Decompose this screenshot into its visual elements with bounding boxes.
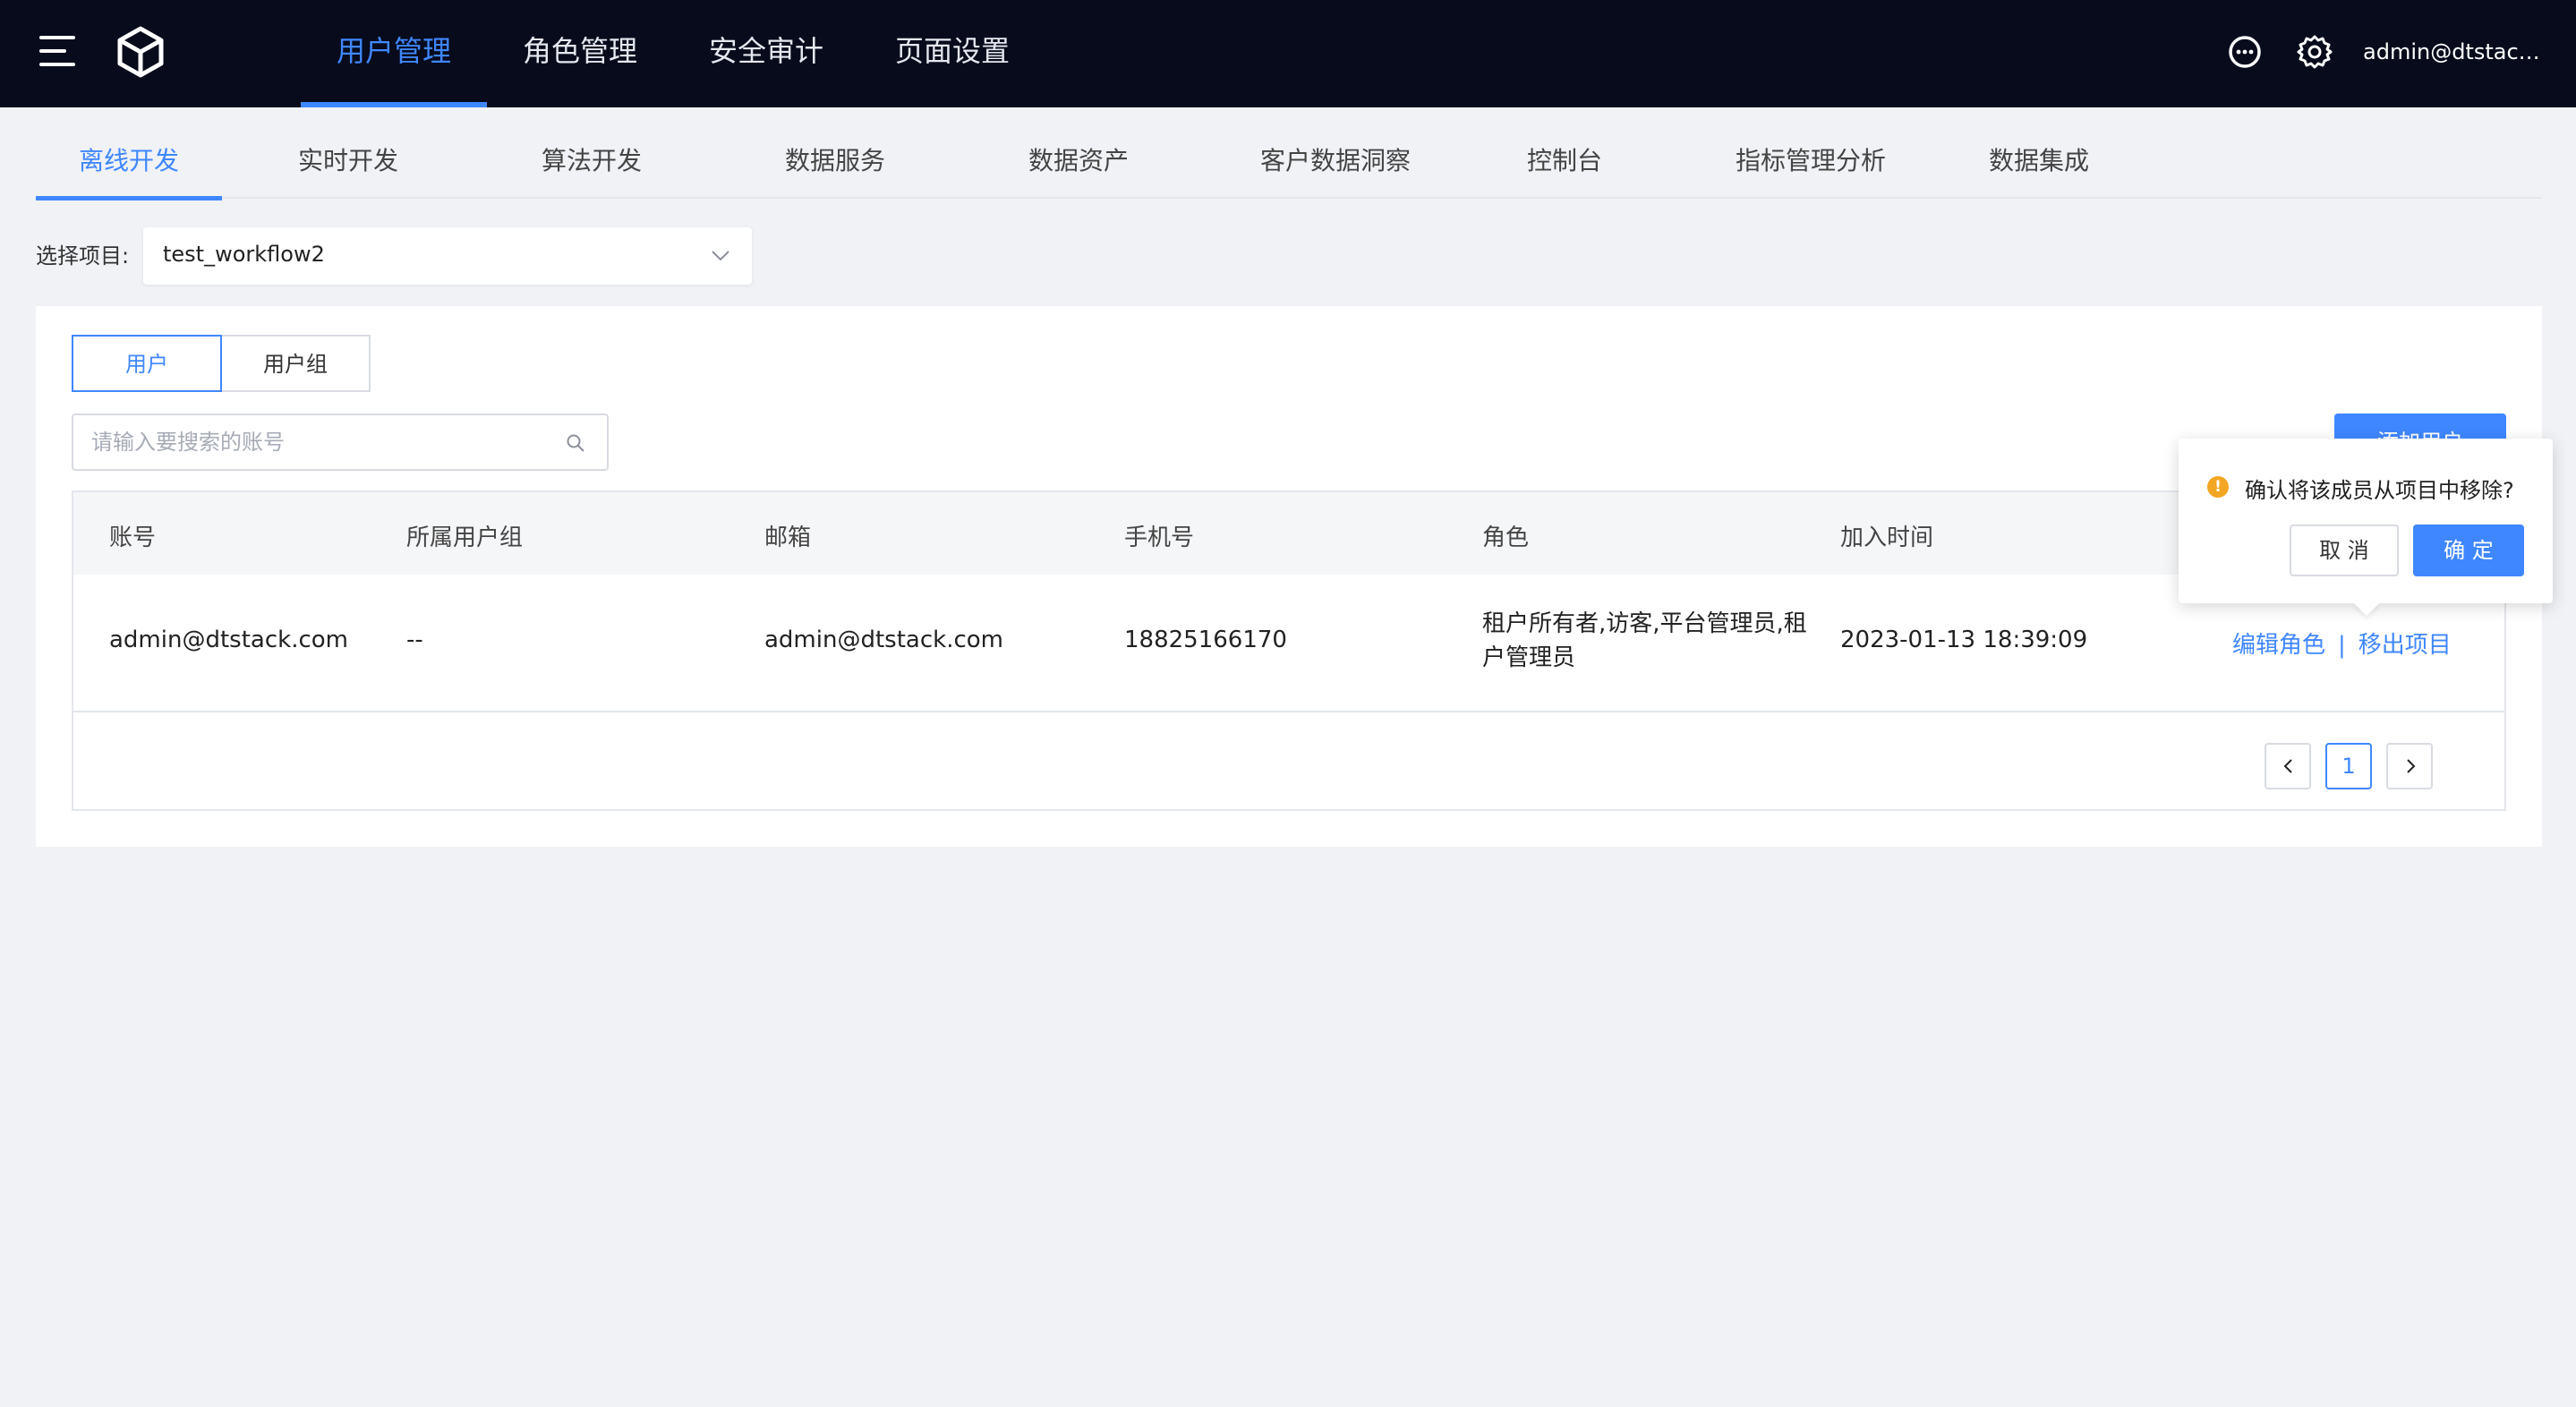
topnav-user-management[interactable]: 用户管理 — [301, 0, 488, 107]
topnav-page-settings[interactable]: 页面设置 — [859, 0, 1045, 107]
chevron-down-icon — [712, 251, 729, 261]
top-nav: 用户管理 角色管理 安全审计 页面设置 — [301, 0, 1045, 107]
cell-phone: 18825166170 — [1124, 627, 1287, 653]
menu-icon[interactable] — [39, 36, 75, 66]
current-user-menu[interactable]: admin@dtstack... — [2363, 34, 2542, 70]
topnav-security-audit[interactable]: 安全审计 — [673, 0, 859, 107]
account-search-input[interactable] — [91, 428, 539, 456]
popconfirm-cancel-button[interactable]: 取 消 — [2290, 524, 2399, 576]
project-select-value: test_workflow2 — [163, 242, 325, 267]
chat-bubble-icon[interactable] — [2225, 32, 2265, 72]
tab-data-service[interactable]: 数据服务 — [741, 124, 929, 199]
prev-page-button[interactable] — [2265, 743, 2311, 789]
cube-logo-icon[interactable] — [115, 25, 166, 79]
next-page-button[interactable] — [2386, 743, 2433, 789]
tab-data-assets[interactable]: 数据资产 — [985, 124, 1173, 199]
popconfirm-message: 确认将该成员从项目中移除? — [2245, 478, 2514, 503]
member-type-switch: 用户 用户组 — [72, 335, 371, 392]
tab-customer-insight[interactable]: 客户数据洞察 — [1219, 124, 1452, 199]
row-actions: 编辑角色 | 移出项目 — [2232, 627, 2452, 660]
cell-group: -- — [406, 627, 423, 653]
cell-joined: 2023-01-13 18:39:09 — [1840, 627, 2088, 653]
member-card: 用户 用户组 添加用户 账号 所属用户组 邮箱 手机号 角色 加入时间 admi… — [36, 306, 2542, 847]
remove-member-popconfirm: ! 确认将该成员从项目中移除? 取 消 确 定 — [2179, 439, 2553, 603]
column-header-phone: 手机号 — [1124, 524, 1195, 551]
member-table: 账号 所属用户组 邮箱 手机号 角色 加入时间 admin@dtstack.co… — [72, 490, 2506, 811]
segment-users[interactable]: 用户 — [72, 335, 222, 392]
tab-console[interactable]: 控制台 — [1475, 124, 1654, 199]
popconfirm-confirm-button[interactable]: 确 定 — [2413, 524, 2524, 576]
column-header-account: 账号 — [109, 524, 157, 551]
tab-metric-analysis[interactable]: 指标管理分析 — [1699, 124, 1923, 199]
table-header: 账号 所属用户组 邮箱 手机号 角色 加入时间 — [73, 492, 2504, 575]
warning-icon: ! — [2207, 476, 2229, 498]
column-header-role: 角色 — [1482, 524, 1530, 551]
remove-from-project-link[interactable]: 移出项目 — [2358, 632, 2452, 659]
gear-icon[interactable] — [2295, 32, 2334, 72]
account-search — [72, 414, 609, 471]
tab-realtime-dev[interactable]: 实时开发 — [254, 124, 442, 199]
project-select[interactable]: test_workflow2 — [143, 227, 752, 285]
pagination: 1 — [2265, 743, 2433, 789]
edit-role-link[interactable]: 编辑角色 — [2232, 632, 2325, 659]
tab-data-integration[interactable]: 数据集成 — [1949, 124, 2128, 199]
tab-algorithm-dev[interactable]: 算法开发 — [498, 124, 686, 199]
cell-roles: 租户所有者,访客,平台管理员,租户管理员 — [1482, 610, 1807, 671]
action-separator: | — [2338, 632, 2346, 659]
column-header-group: 所属用户组 — [406, 524, 524, 551]
product-tabs: 离线开发 实时开发 算法开发 数据服务 数据资产 客户数据洞察 控制台 指标管理… — [36, 124, 2542, 200]
chevron-right-icon — [2407, 759, 2416, 773]
table-row: admin@dtstack.com -- admin@dtstack.com 1… — [73, 575, 2504, 712]
chevron-left-icon — [2283, 759, 2292, 773]
topnav-role-management[interactable]: 角色管理 — [487, 0, 673, 107]
column-header-joined: 加入时间 — [1840, 524, 1934, 551]
project-select-label: 选择项目: — [36, 243, 130, 269]
page-number-button[interactable]: 1 — [2325, 743, 2372, 789]
column-header-email: 邮箱 — [764, 524, 812, 551]
cell-email: admin@dtstack.com — [764, 627, 1003, 653]
cell-account: admin@dtstack.com — [109, 627, 348, 653]
search-icon[interactable] — [566, 433, 585, 453]
segment-user-groups[interactable]: 用户组 — [220, 335, 371, 392]
tab-offline-dev[interactable]: 离线开发 — [36, 124, 222, 200]
top-header: 用户管理 角色管理 安全审计 页面设置 admin@dtstack... — [0, 0, 2576, 107]
